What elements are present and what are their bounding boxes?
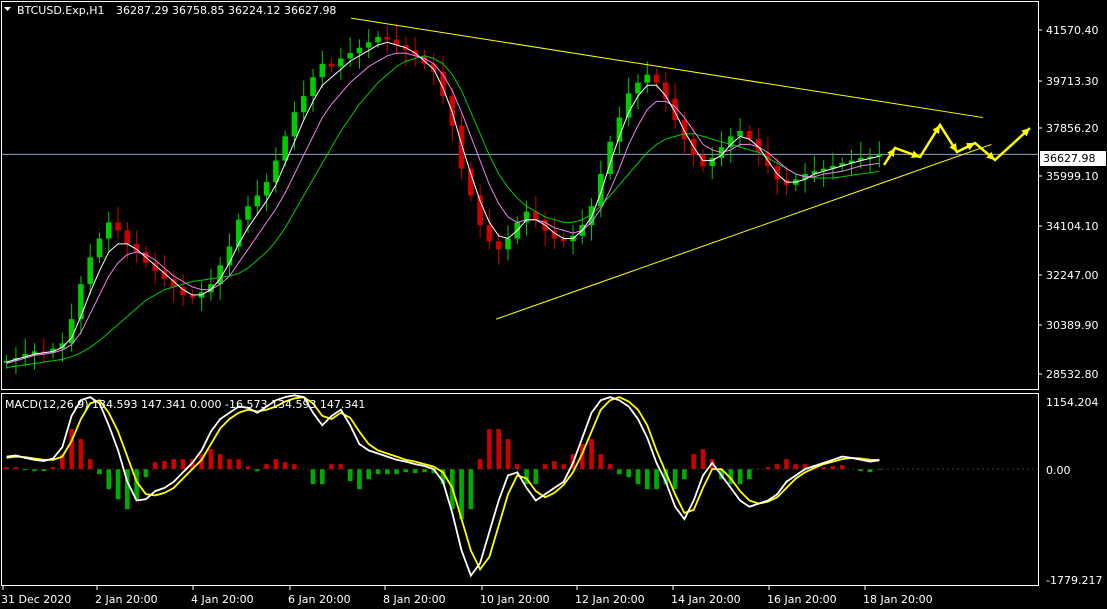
trading-chart[interactable]: 41570.40 39713.30 37856.20 35999.10 34104.10…: [0, 0, 1107, 609]
macd-indicator-label: MACD(12,26,9) 134.593 147.341 0.000 -16.…: [5, 398, 365, 411]
price-axis-label: 28532.80: [1046, 368, 1099, 381]
current-price-value: 36627.98: [1043, 152, 1096, 165]
time-axis-label: 31 Dec 2020: [1, 593, 71, 606]
price-axis-label: 37856.20: [1046, 122, 1099, 135]
symbol-label: BTCUSD.Exp,H1: [17, 4, 105, 17]
time-axis-label: 14 Jan 20:00: [671, 593, 741, 606]
time-axis-label: 8 Jan 20:00: [383, 593, 446, 606]
price-axis-label: 30389.90: [1046, 319, 1099, 332]
time-axis-label: 2 Jan 20:00: [95, 593, 158, 606]
ohlc-values: 36287.29 36758.85 36224.12 36627.98: [116, 4, 336, 17]
price-axis-label: 34104.10: [1046, 220, 1099, 233]
time-axis-label: 16 Jan 20:00: [767, 593, 837, 606]
macd-axis-label: 0.00: [1046, 464, 1071, 477]
price-axis-label: 41570.40: [1046, 24, 1099, 37]
time-axis-label: 18 Jan 20:00: [863, 593, 933, 606]
time-axis-label: 6 Jan 20:00: [288, 593, 351, 606]
macd-axis-label: 1154.204: [1046, 396, 1099, 409]
price-axis-label: 32247.00: [1046, 269, 1099, 282]
time-axis-label: 10 Jan 20:00: [480, 593, 550, 606]
time-axis-label: 4 Jan 20:00: [191, 593, 254, 606]
time-axis-label: 12 Jan 20:00: [575, 593, 645, 606]
price-axis-label: 35999.10: [1046, 170, 1099, 183]
price-axis-label: 39713.30: [1046, 75, 1099, 88]
macd-axis-label: -1779.217: [1046, 574, 1102, 587]
